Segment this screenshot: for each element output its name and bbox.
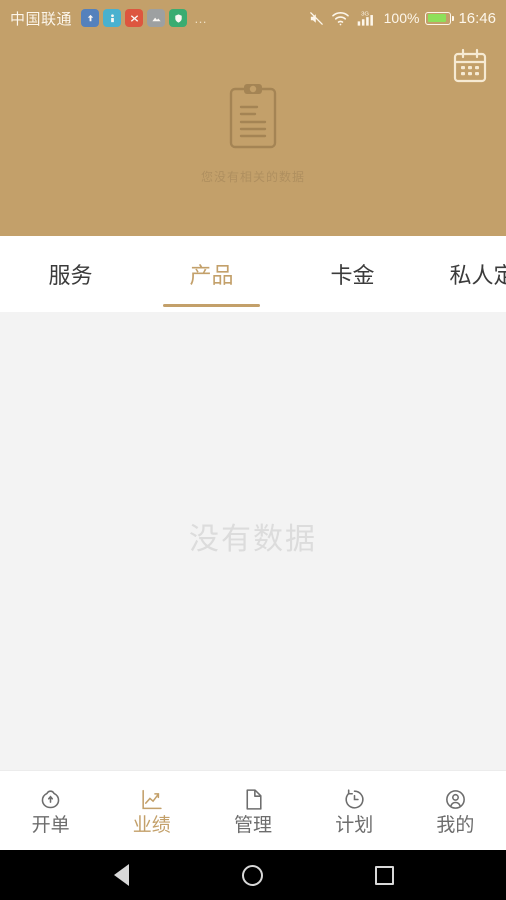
app-screen: 中国联通 … 3G 100% 16:46 您没有相关的数据 服务 产品 卡金 私… [0,0,506,900]
tab-label: 私人定制 [449,263,506,288]
clock-icon [342,787,367,813]
nav-item-kaidan[interactable]: 开单 [0,771,101,850]
calendar-icon [450,46,490,91]
tab-label: 服务 [48,263,93,288]
header-empty-state: 您没有相关的数据 [201,81,305,185]
carrier-label: 中国联通 [10,10,73,28]
tab-chanpin[interactable]: 产品 [141,236,282,312]
nav-item-jihua[interactable]: 计划 [304,771,405,850]
content-area: 没有数据 [0,312,506,770]
nav-label: 开单 [31,814,70,836]
user-circle-icon [443,787,468,813]
tab-label: 产品 [189,263,234,288]
category-tab-bar: 服务 产品 卡金 私人定制 [0,236,506,312]
tab-label: 卡金 [330,263,375,288]
tab-sirendingzhi[interactable]: 私人定制 [423,236,506,312]
nav-item-yeji[interactable]: 业绩 [101,771,202,850]
signal-3g-icon: 3G [356,9,378,27]
home-button[interactable] [236,858,270,892]
app-badge-blue-icon [81,9,100,27]
tab-kajin[interactable]: 卡金 [282,236,423,312]
status-bar: 中国联通 … 3G 100% 16:46 [0,0,506,36]
battery-charging-icon [425,11,455,25]
calendar-button[interactable] [448,46,492,90]
chart-line-icon [139,787,164,813]
header-empty-label: 您没有相关的数据 [200,170,305,184]
android-system-nav [0,850,506,900]
svg-text:3G: 3G [361,11,369,17]
app-badge-red-icon [125,9,144,27]
nav-item-guanli[interactable]: 管理 [202,771,303,850]
back-button[interactable] [105,858,139,892]
home-circle-icon [242,864,264,886]
clock-label: 16:46 [458,9,496,27]
tab-fuwu[interactable]: 服务 [0,236,141,312]
mute-icon [308,10,325,27]
app-badge-green-icon [169,9,188,27]
notification-icons: … [81,9,208,27]
recents-button[interactable] [367,858,401,892]
battery-percent-label: 100% [383,10,420,26]
bottom-navigation: 开单 业绩 管理 计划 我的 [0,770,506,850]
nav-label: 我的 [436,814,475,836]
nav-item-wode[interactable]: 我的 [405,771,506,850]
purse-icon [38,787,63,813]
recents-square-icon [374,865,394,885]
document-icon [241,787,266,813]
more-badges-icon: … [194,10,209,26]
header-panel: 您没有相关的数据 [0,36,506,236]
nav-label: 业绩 [132,814,171,836]
back-triangle-icon [114,864,130,886]
app-badge-cyan-icon [103,9,122,27]
status-bar-right: 3G 100% 16:46 [308,9,496,27]
nav-label: 计划 [335,814,374,836]
nav-label: 管理 [234,814,273,836]
content-empty-label: 没有数据 [189,523,317,556]
app-badge-gray-icon [147,9,166,27]
clipboard-icon [223,81,283,158]
wifi-icon [331,10,350,27]
